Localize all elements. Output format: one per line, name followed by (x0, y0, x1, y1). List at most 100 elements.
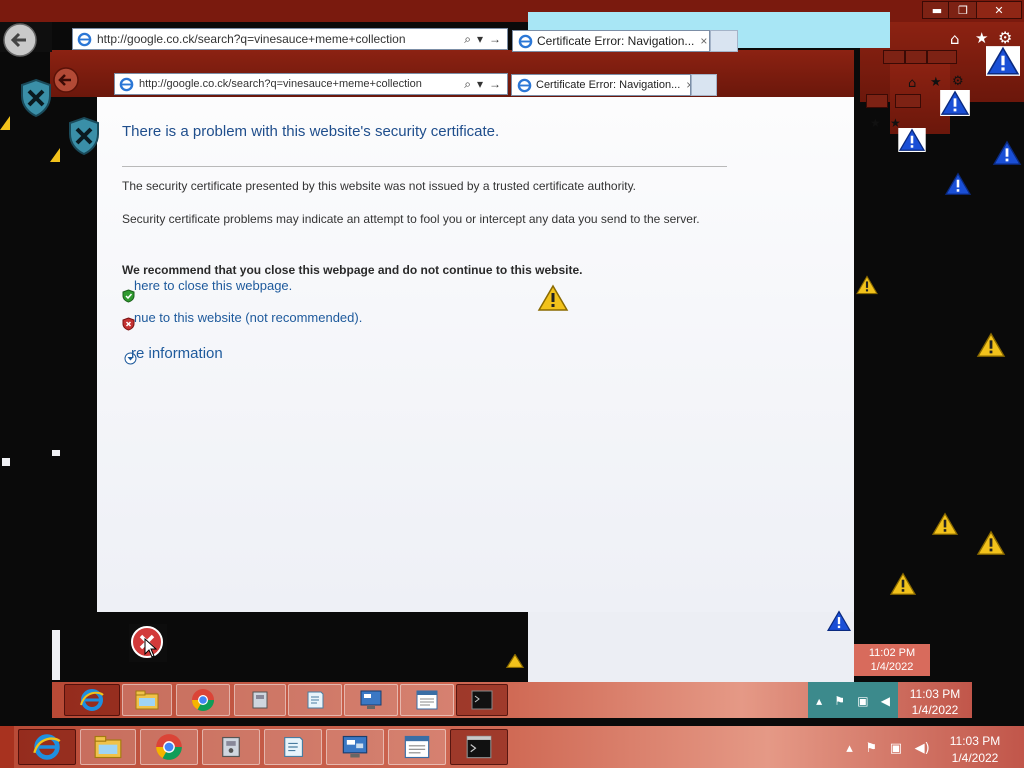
page-lower-area (528, 612, 854, 684)
restore-button[interactable]: ❐ (948, 1, 978, 19)
search-icon[interactable]: ⌕ (464, 32, 471, 47)
warning-icon-yellow (0, 116, 10, 130)
home-icon[interactable]: ⌂ (950, 30, 960, 48)
cert-warning: Security certificate problems may indica… (122, 212, 700, 226)
taskbar-file-explorer[interactable] (80, 729, 136, 765)
volume-icon[interactable]: ◀) (915, 741, 930, 756)
warning-icon-blue (826, 610, 852, 632)
ghost-restore-button (905, 50, 927, 64)
more-information-link[interactable]: re information (131, 345, 223, 362)
ghost-flag-icon: ⚑ (834, 694, 846, 708)
ghost-minimize-button-2 (866, 94, 888, 108)
taskbar-remote-desktop[interactable] (326, 729, 384, 765)
address-url: http://google.co.ck/search?q=vinesauce+m… (97, 32, 406, 46)
warning-icon-blue (986, 46, 1020, 76)
ghost-back-button (53, 67, 79, 93)
ghost-volume-icon: ◀ (880, 694, 890, 708)
warning-icon-yellow (537, 284, 569, 311)
gear-icon[interactable]: ⚙ (998, 28, 1012, 47)
network-icon[interactable]: ▣ (890, 741, 902, 756)
new-tab-button[interactable] (691, 74, 717, 96)
page-left-fragment (52, 630, 60, 680)
taskbar-clock[interactable]: 11:03 PM 1/4/2022 (940, 733, 1010, 767)
ghost-clock-time-2: 11:02 PM (868, 647, 916, 659)
address-tools: ⌕ ▾ → (458, 77, 507, 92)
warning-icon-blue (898, 128, 926, 152)
ghost-tray-icons: ▴ ⚑ ▣ ◀ (810, 690, 896, 712)
warning-icon-yellow (976, 530, 1006, 555)
recommendation-text: We recommend that you close this webpage… (122, 263, 583, 277)
taskbar-ie[interactable] (18, 729, 76, 765)
ghost-network-icon: ▣ (857, 694, 869, 708)
go-arrow-icon[interactable]: → (489, 32, 501, 47)
ghost-taskbar-notepad (288, 684, 342, 716)
warning-icon-blue (944, 172, 972, 195)
taskbar-command-prompt[interactable] (450, 729, 508, 765)
warning-icon-yellow (50, 148, 60, 162)
warning-icon-yellow (505, 654, 525, 668)
ghost-taskbar-ie (64, 684, 120, 716)
page-left-fragment-3 (52, 450, 60, 456)
close-window-button[interactable]: ✕ (976, 1, 1022, 19)
warning-icon-yellow (889, 572, 917, 595)
security-shield-icon (21, 78, 51, 118)
continue-website-link[interactable]: nue to this website (not recommended). (134, 310, 362, 325)
ghost-taskbar-cmd (456, 684, 508, 716)
taskbar-control-panel[interactable] (202, 729, 260, 765)
close-webpage-link[interactable]: here to close this webpage. (134, 278, 292, 293)
page-left-fragment-2 (2, 458, 10, 466)
clock-time: 11:03 PM (949, 734, 1001, 748)
go-arrow-icon[interactable]: → (489, 77, 501, 92)
tab-title: Certificate Error: Navigation... (536, 79, 681, 91)
warning-icon-yellow (856, 275, 878, 295)
folder-icon (94, 735, 122, 759)
warning-icon-blue (940, 90, 970, 116)
tab-title: Certificate Error: Navigation... (537, 34, 695, 48)
address-bar-ghost[interactable]: http://google.co.ck/search?q=vinesauce+m… (72, 28, 508, 50)
ghost-taskbar-explorer (122, 684, 172, 716)
cert-explanation: The security certificate presented by th… (122, 179, 637, 193)
ie-tab-icon (517, 78, 532, 92)
ghost-star-icon-2: ★ (870, 116, 881, 130)
favorites-star-icon[interactable]: ★ (975, 29, 988, 47)
ghost-clock-date-2: 1/4/2022 (870, 661, 914, 673)
action-center-flag-icon[interactable]: ⚑ (865, 741, 877, 756)
ghost-clock: 11:03 PM 1/4/2022 (898, 686, 972, 718)
ghost-home-icon: ⌂ (908, 76, 917, 91)
ghost-close-button (927, 50, 957, 64)
remote-desktop-icon (342, 735, 368, 758)
address-tools: ⌕ ▾ → (458, 32, 507, 47)
warning-icon-yellow (931, 512, 959, 535)
ghost-taskbar-journal (400, 684, 454, 716)
security-shield-icon-2 (69, 116, 99, 156)
address-bar[interactable]: http://google.co.ck/search?q=vinesauce+m… (114, 73, 508, 95)
journal-icon (404, 735, 430, 759)
address-url: http://google.co.ck/search?q=vinesauce+m… (139, 78, 422, 90)
new-tab-button-ghost[interactable] (710, 30, 738, 52)
ghost-close-button-2 (895, 94, 921, 108)
back-button[interactable] (2, 22, 38, 58)
divider (122, 166, 727, 167)
ie-page-icon (119, 77, 134, 91)
control-panel-icon (222, 736, 240, 758)
search-icon[interactable]: ⌕ (464, 77, 471, 92)
notepad-icon (284, 736, 304, 758)
ghost-taskbar-remote (344, 684, 398, 716)
taskbar-chrome[interactable] (140, 729, 198, 765)
tab-certificate-error[interactable]: Certificate Error: Navigation... × (511, 74, 691, 96)
ie-tab-icon (518, 34, 533, 48)
dropdown-icon[interactable]: ▾ (477, 77, 483, 92)
mouse-cursor-icon (144, 638, 158, 658)
tab-certificate-error-ghost[interactable]: Certificate Error: Navigation... × (512, 30, 710, 52)
ghost-chevron-up-icon: ▴ (816, 694, 823, 708)
dropdown-icon[interactable]: ▾ (477, 32, 483, 47)
taskbar-notepad[interactable] (264, 729, 322, 765)
ghost-taskbar-chrome (176, 684, 230, 716)
ie-page-icon (77, 32, 92, 46)
tab-close-icon[interactable]: × (700, 34, 707, 48)
chevron-up-icon[interactable]: ▴ (846, 741, 853, 756)
taskbar-journal[interactable] (388, 729, 446, 765)
clock-date: 1/4/2022 (951, 751, 999, 765)
ghost-gear-icon: ⚙ (952, 74, 964, 89)
ghost-clock-date: 1/4/2022 (911, 703, 959, 717)
